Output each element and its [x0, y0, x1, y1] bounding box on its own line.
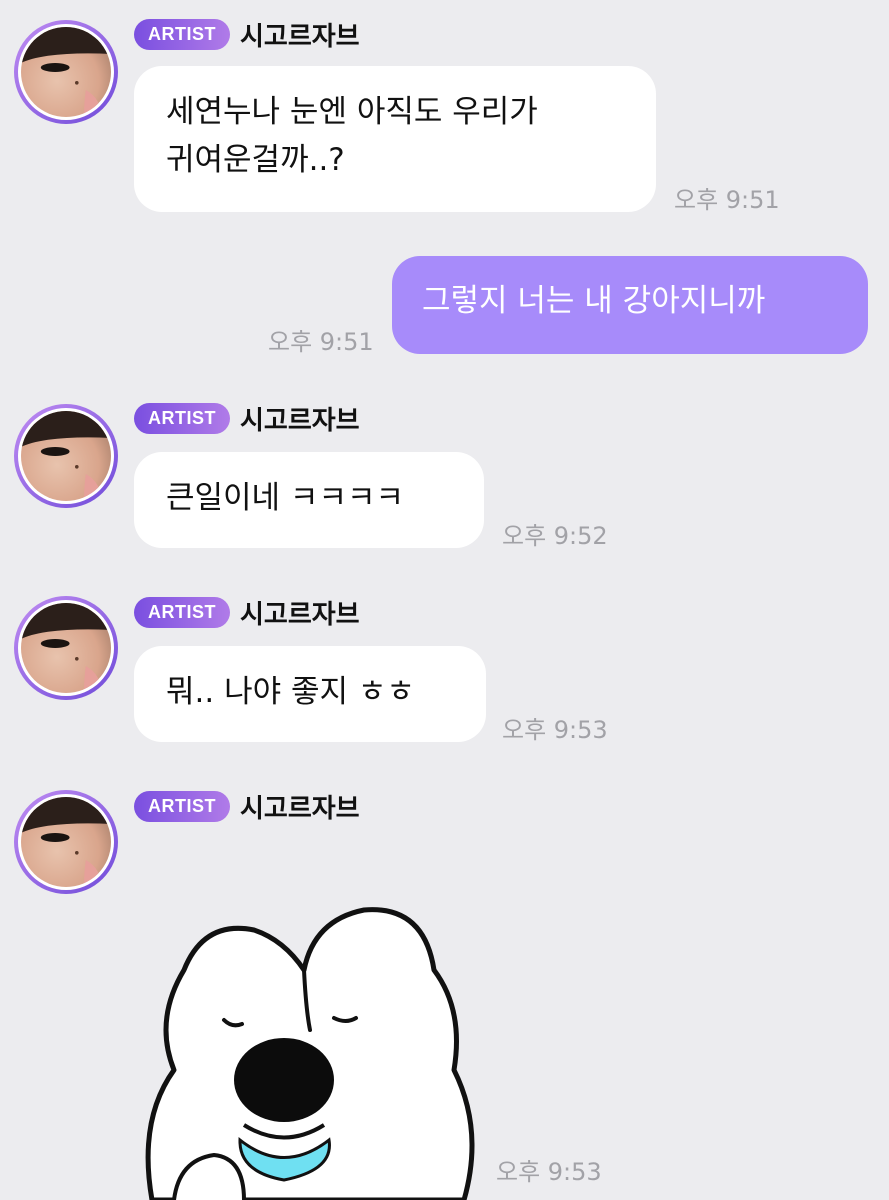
message-time: 오후 9:51 [674, 186, 780, 214]
message-line: 귀여운걸까..? [166, 142, 345, 178]
message-time: 오후 9:53 [502, 716, 608, 744]
message-time: 오후 9:51 [268, 328, 374, 356]
dog-sticker-icon[interactable] [134, 900, 494, 1200]
message-time: 오후 9:53 [496, 1158, 602, 1186]
artist-header: ARTIST 시고르자브 [134, 788, 360, 825]
artist-name: 시고르자브 [240, 794, 360, 824]
message-bubble[interactable]: 큰일이네 ㅋㅋㅋㅋ [134, 452, 484, 548]
avatar[interactable] [14, 20, 118, 124]
message-bubble[interactable]: 세연누나 눈엔 아직도 우리가 귀여운걸까..? [134, 66, 656, 212]
my-message-bubble[interactable]: 그렇지 너는 내 강아지니까 [392, 256, 868, 354]
dog-nose [234, 1038, 334, 1122]
message-text: 그렇지 너는 내 강아지니까 [422, 283, 766, 319]
message-bubble[interactable]: 뭐.. 나야 좋지 ㅎㅎ [134, 646, 486, 742]
artist-header: ARTIST 시고르자브 [134, 16, 360, 53]
artist-header: ARTIST 시고르자브 [134, 400, 360, 437]
artist-badge: ARTIST [134, 403, 230, 434]
artist-badge: ARTIST [134, 791, 230, 822]
message-text: 뭐.. 나야 좋지 ㅎㅎ [166, 674, 415, 710]
artist-header: ARTIST 시고르자브 [134, 594, 360, 631]
artist-name: 시고르자브 [240, 406, 360, 436]
artist-badge: ARTIST [134, 19, 230, 50]
avatar[interactable] [14, 404, 118, 508]
avatar[interactable] [14, 790, 118, 894]
artist-name: 시고르자브 [240, 22, 360, 52]
message-text: 큰일이네 ㅋㅋㅋㅋ [166, 480, 405, 516]
artist-badge: ARTIST [134, 597, 230, 628]
message-time: 오후 9:52 [502, 522, 608, 550]
message-line: 세연누나 눈엔 아직도 우리가 [166, 94, 538, 130]
avatar[interactable] [14, 596, 118, 700]
artist-name: 시고르자브 [240, 600, 360, 630]
